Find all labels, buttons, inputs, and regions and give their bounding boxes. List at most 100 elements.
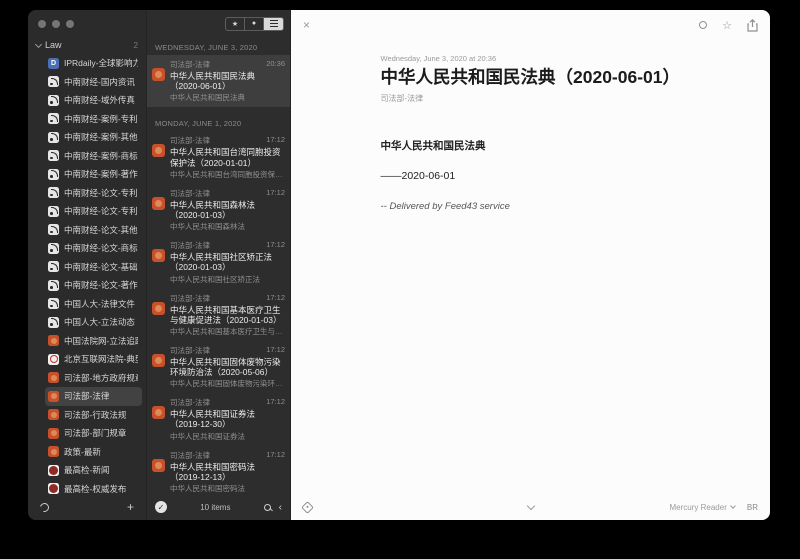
sidebar-feed-item[interactable]: 司法部-地方政府规章 [45,369,142,388]
feed-favicon-icon [48,169,59,180]
sidebar-feed-item[interactable]: 中国人大-法律文件 [45,295,142,314]
feed-favicon-icon [48,317,59,328]
sidebar-feed-item[interactable]: 中南财经-论文-专利 [45,184,142,203]
feed-label: 中南财经-论文-专利 [64,187,138,199]
star-icon[interactable]: ☆ [722,19,732,32]
article-list-item[interactable]: 司法部-法律 17:12 中华人民共和国密码法（2019-12-13） 中华人民… [147,446,290,494]
br-button[interactable]: BR [747,503,758,512]
sidebar-feed-item[interactable]: 中国法院网-立法追踪 [45,332,142,351]
sidebar-feed-item[interactable]: 中国人大-立法动态 [45,313,142,332]
sidebar-feed-item[interactable]: 司法部-法律 [45,387,142,406]
item-title: 中华人民共和国固体废物污染环境防治法（2020-05-06） [170,357,285,377]
sidebar-feed-item[interactable]: 政策-最新 [45,443,142,462]
date-header: MONDAY, JUNE 1, 2020 [147,107,290,131]
filter-starred-button[interactable]: ★ [226,18,245,30]
item-time: 17:12 [266,188,285,199]
feed-label: 中国人大-立法动态 [64,316,135,328]
feed-favicon-icon [152,354,165,367]
app-window: Law 2 IPRdaily-全球影响力的… 中南财经-国内资讯 中南财经-域外… [28,10,770,520]
item-summary: 中华人民共和国森林法 [170,221,285,232]
feed-favicon-icon [48,76,59,87]
refresh-icon[interactable] [38,501,50,513]
chevron-left-icon[interactable]: ‹ [279,502,282,513]
folder-label: Law [45,40,62,50]
article-list-item[interactable]: 司法部-法律 20:36 中华人民共和国民法典（2020-06-01） 中华人民… [147,55,290,107]
article-feed-name: 司法部-法律 [381,93,681,104]
item-title: 中华人民共和国密码法（2019-12-13） [170,462,285,482]
item-feed-name: 司法部-法律 [170,135,210,146]
sidebar-feed-item[interactable]: 中南财经-案例-著作权 [45,165,142,184]
feed-list: IPRdaily-全球影响力的… 中南财经-国内资讯 中南财经-域外传真 中南财… [28,54,146,494]
article-group: 司法部-法律 20:36 中华人民共和国民法典（2020-06-01） 中华人民… [147,55,290,107]
feed-favicon-icon [48,428,59,439]
sidebar-feed-item[interactable]: 中南财经-论文-著作权 [45,276,142,295]
feed-favicon-icon [152,459,165,472]
article-list-item[interactable]: 司法部-法律 17:12 中华人民共和国证券法（2019-12-30） 中华人民… [147,393,290,445]
feed-favicon-icon [48,58,59,69]
search-icon[interactable] [264,504,271,511]
sidebar-feed-item[interactable]: 中南财经-国内资讯 [45,73,142,92]
zoom-button[interactable] [66,20,74,28]
article-list-item[interactable]: 司法部-法律 17:12 中华人民共和国基本医疗卫生与健康促进法（2020-01… [147,289,290,341]
sidebar-feed-item[interactable]: 中南财经-论文-商标 [45,239,142,258]
feed-favicon-icon [48,243,59,254]
item-time: 17:12 [266,450,285,461]
chevron-down-icon[interactable] [526,501,534,509]
sidebar-folder-law[interactable]: Law 2 [28,36,146,54]
feed-favicon-icon [48,187,59,198]
list-toolbar: ✓ 10 items ‹ [147,494,290,520]
date-header: WEDNESDAY, JUNE 3, 2020 [147,37,290,55]
sidebar-feed-item[interactable]: 司法部-部门规章 [45,424,142,443]
minimize-button[interactable] [52,20,60,28]
close-button[interactable] [38,20,46,28]
feed-favicon-icon [48,298,59,309]
reader-toolbar: × ☆ [291,10,770,40]
feed-label: 中南财经-论文-专利 [64,205,138,217]
feed-favicon-icon [152,249,165,262]
item-title: 中华人民共和国森林法（2020-01-03） [170,200,285,220]
item-summary: 中华人民共和国社区矫正法 [170,274,285,285]
sidebar-feed-item[interactable]: 中南财经-论文-其他 [45,221,142,240]
feed-favicon-icon [48,113,59,124]
feed-favicon-icon [152,144,165,157]
sidebar-feed-item[interactable]: 最高检-权威发布 [45,480,142,495]
tag-icon[interactable] [301,501,314,514]
feed-label: 司法部-行政法规 [64,409,126,421]
sidebar-feed-item[interactable]: 最高检-新闻 [45,461,142,480]
sidebar-feed-item[interactable]: 中南财经-论文-基础理论 [45,258,142,277]
item-time: 17:12 [266,397,285,408]
sidebar-feed-item[interactable]: 中南财经-域外传真 [45,91,142,110]
item-count-status: 10 items [175,503,256,512]
sidebar-feed-item[interactable]: 中南财经-案例-专利 [45,110,142,129]
item-time: 17:12 [266,240,285,251]
filter-all-button[interactable] [264,18,283,30]
close-article-icon[interactable]: × [303,18,310,32]
mark-unread-icon[interactable] [699,21,707,29]
feed-label: 中南财经-论文-商标 [64,242,138,254]
sidebar-feed-item[interactable]: 中南财经-案例-商标 [45,147,142,166]
article-view: Wednesday, June 3, 2020 at 20:36 中华人民共和国… [291,40,770,494]
article-body-line: -- Delivered by Feed43 service [381,201,681,212]
sidebar-feed-item[interactable]: 中南财经-论文-专利 [45,202,142,221]
item-title: 中华人民共和国台湾同胞投资保护法（2020-01-01） [170,147,285,167]
article-list-item[interactable]: 司法部-法律 17:12 中华人民共和国森林法（2020-01-03） 中华人民… [147,184,290,236]
article-list-item[interactable]: 司法部-法律 17:12 中华人民共和国固体废物污染环境防治法（2020-05-… [147,341,290,393]
sidebar-feed-item[interactable]: 北京互联网法院-典型案例 [45,350,142,369]
feed-favicon-icon [48,446,59,457]
sidebar: Law 2 IPRdaily-全球影响力的… 中南财经-国内资讯 中南财经-域外… [28,10,146,520]
reader-mode-selector[interactable]: Mercury Reader [670,503,727,512]
article-list-item[interactable]: 司法部-法律 17:12 中华人民共和国社区矫正法（2020-01-03） 中华… [147,236,290,288]
item-time: 20:36 [266,59,285,70]
sidebar-feed-item[interactable]: IPRdaily-全球影响力的… [45,54,142,73]
filter-unread-button[interactable]: ● [245,18,264,30]
sidebar-feed-item[interactable]: 司法部-行政法规 [45,406,142,425]
article-title: 中华人民共和国民法典（2020-06-01） [381,66,681,88]
share-icon[interactable] [747,19,758,32]
add-subscription-button[interactable]: + [127,501,134,513]
article-body-line: 中华人民共和国民法典 [381,138,681,153]
article-list-item[interactable]: 司法部-法律 17:12 中华人民共和国台湾同胞投资保护法（2020-01-01… [147,131,290,183]
item-feed-name: 司法部-法律 [170,188,210,199]
feed-favicon-icon [48,261,59,272]
sidebar-feed-item[interactable]: 中南财经-案例-其他 [45,128,142,147]
mark-all-read-button[interactable]: ✓ [155,501,167,513]
